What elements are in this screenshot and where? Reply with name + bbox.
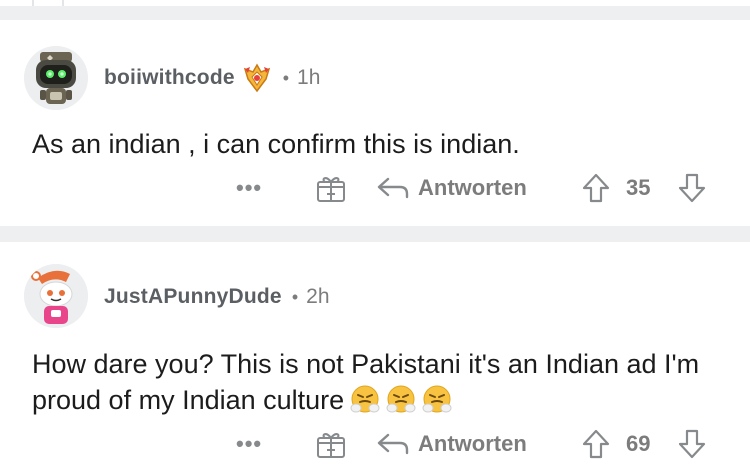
comment-actions: ••• Antworten 35 [0,170,750,206]
gift-icon [317,433,345,458]
snoo-avatar-icon [24,264,88,328]
username[interactable]: JustAPunnyDude [104,285,282,309]
comment-2: JustAPunnyDude • 2h How dare you? This i… [0,242,750,474]
reply-label: Antworten [418,431,527,456]
previous-thread-edge [0,0,750,20]
reply-button[interactable]: Antworten [376,426,527,462]
comment-1: boiiwithcode • 1h As an indian , i can c… [0,20,750,226]
avatar[interactable] [24,46,88,110]
award-badge-icon [243,63,270,93]
reply-button[interactable]: Antworten [376,170,527,206]
vote-score: 69 [626,431,651,456]
comment-meta: JustAPunnyDude • 2h [104,282,330,312]
comment-meta: boiiwithcode • 1h [104,63,320,93]
more-options-button[interactable]: ••• [236,426,262,462]
upvote-arrow-icon [582,429,610,459]
downvote-button[interactable] [678,426,706,462]
timestamp: 2h [306,285,330,308]
upvote-button[interactable] [582,170,610,206]
section-divider [0,6,750,20]
upvote-arrow-icon [582,173,610,203]
downvote-arrow-icon [678,173,706,203]
vote-score: 35 [626,175,651,200]
reply-arrow-icon [377,433,409,455]
username[interactable]: boiiwithcode [104,66,235,90]
upvote-button[interactable] [582,426,610,462]
comment-divider [0,226,750,242]
steam-from-nose-emoji-icon [350,385,380,413]
comment-actions: ••• Antworten 69 [0,426,750,462]
steam-from-nose-emoji-icon [386,385,416,413]
meta-separator: • [282,67,290,88]
downvote-button[interactable] [678,170,706,206]
more-options-button[interactable]: ••• [236,170,262,206]
meta-separator: • [291,286,299,307]
comment-body: As an indian , i can confirm this is ind… [32,129,520,159]
comment-body: How dare you? This is not Pakistani it's… [32,346,732,418]
gift-icon [317,177,345,202]
steam-from-nose-emoji-icon [422,385,452,413]
award-button[interactable] [315,170,347,206]
reply-arrow-icon [377,177,409,199]
downvote-arrow-icon [678,429,706,459]
avatar[interactable] [24,264,88,328]
robot-avatar-icon [24,46,88,110]
timestamp: 1h [297,66,321,89]
reply-label: Antworten [418,175,527,200]
award-button[interactable] [315,426,347,462]
